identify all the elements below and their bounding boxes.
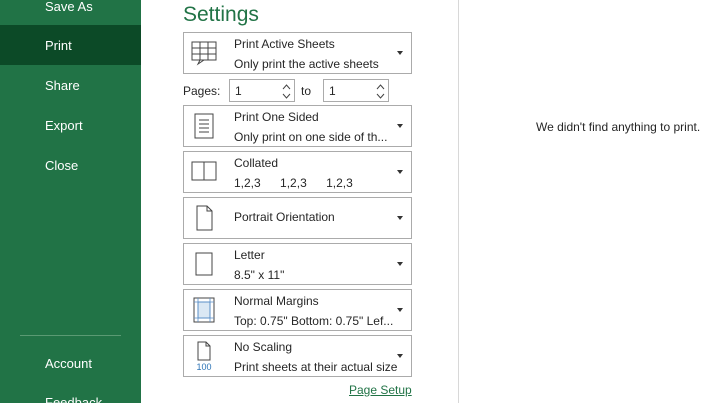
sided-description: Only print on one side of th... [234,130,388,144]
nav-item-print[interactable]: Print [0,25,141,65]
preview-divider [458,0,459,403]
margins-description: Top: 0.75" Bottom: 0.75" Lef... [234,314,394,328]
nav-item-close[interactable]: Close [0,145,141,185]
orientation-dropdown[interactable]: Portrait Orientation [183,197,412,239]
collation-set: 1,2,3 [234,176,261,190]
collation-order: 1,2,3 1,2,3 1,2,3 [234,176,369,190]
sided-title: Print One Sided [234,110,319,124]
nav-item-export[interactable]: Export [0,105,141,145]
nav-item-save-as[interactable]: Save As [0,0,141,26]
collation-set: 1,2,3 [326,176,353,190]
paper-size-dimensions: 8.5" x 11" [234,268,285,282]
nav-item-feedback[interactable]: Feedback [0,382,141,403]
margins-title: Normal Margins [234,294,319,308]
paper-size-dropdown[interactable]: Letter 8.5" x 11" [183,243,412,285]
collated-pages-icon [191,161,217,181]
chevron-down-icon [397,170,403,174]
nav-item-label: Feedback [45,394,103,403]
spin-up-icon[interactable] [282,83,291,91]
pages-to-label: to [301,84,312,98]
margins-icon [193,297,215,323]
pages-range: Pages: 1 to 1 [183,79,413,103]
spin-down-icon[interactable] [282,92,291,100]
nav-item-account[interactable]: Account [0,343,141,383]
chevron-down-icon [397,262,403,266]
print-what-title: Print Active Sheets [234,37,335,51]
backstage-nav: Save As Print Share Export Close Account… [0,0,141,403]
settings-title: Settings [183,3,259,26]
collation-set: 1,2,3 [280,176,307,190]
paper-size-title: Letter [234,248,265,262]
preview-message: We didn't find anything to print. [536,120,701,134]
scaling-title: No Scaling [234,340,293,354]
pages-to-input[interactable]: 1 [323,79,389,102]
nav-item-label: Save As [45,0,93,14]
sheets-grid-icon [191,41,217,66]
pages-label: Pages: [183,84,221,98]
nav-item-label: Export [45,117,83,133]
orientation-title: Portrait Orientation [234,210,335,224]
scaling-description: Print sheets at their actual size [234,360,398,374]
chevron-down-icon [397,354,403,358]
nav-item-label: Close [45,157,79,173]
nav-item-label: Account [45,355,92,371]
chevron-down-icon [397,51,403,55]
nav-item-label: Print [45,37,72,53]
collation-title: Collated [234,156,279,170]
spin-down-icon[interactable] [376,92,385,100]
margins-dropdown[interactable]: Normal Margins Top: 0.75" Bottom: 0.75" … [183,289,412,331]
chevron-down-icon [397,124,403,128]
pages-to-value: 1 [329,84,336,98]
paper-size-icon [195,252,213,276]
chevron-down-icon [397,216,403,220]
print-what-description: Only print the active sheets [234,57,379,71]
pages-from-value: 1 [235,84,242,98]
portrait-page-icon [196,205,213,231]
scaling-100-icon: 100 [196,341,212,372]
nav-item-share[interactable]: Share [0,65,141,105]
collation-dropdown[interactable]: Collated 1,2,3 1,2,3 1,2,3 [183,151,412,193]
spin-up-icon[interactable] [376,83,385,91]
page-setup-link[interactable]: Page Setup [349,383,412,397]
sided-dropdown[interactable]: Print One Sided Only print on one side o… [183,105,412,147]
print-what-dropdown[interactable]: Print Active Sheets Only print the activ… [183,32,412,74]
chevron-down-icon [397,308,403,312]
scaling-icon-text: 100 [196,362,211,372]
nav-divider [20,335,121,336]
nav-item-label: Share [45,77,80,93]
one-sided-page-icon [194,113,214,139]
pages-from-input[interactable]: 1 [229,79,295,102]
scaling-dropdown[interactable]: 100 No Scaling Print sheets at their act… [183,335,412,377]
